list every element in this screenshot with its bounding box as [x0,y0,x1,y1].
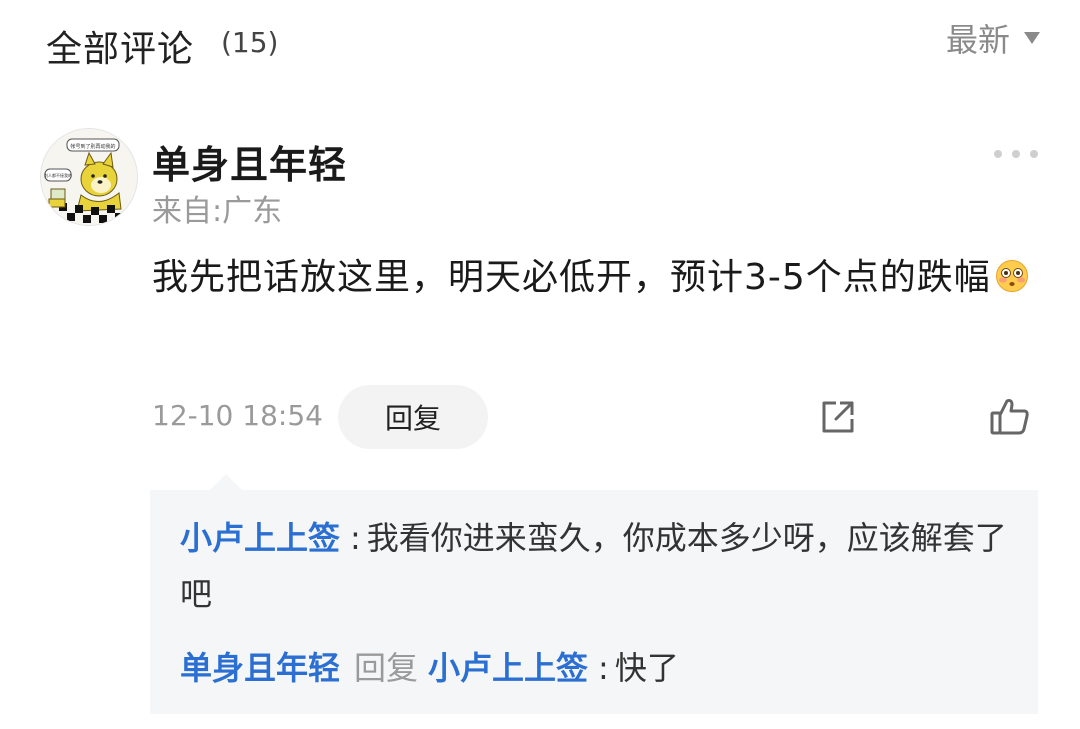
reply-separator: : [350,519,361,557]
comment-location: 来自:广东 [152,194,283,229]
avatar[interactable]: 帐号到了别再动我的 别人都不接我的 [40,128,138,226]
flushed-face-emoji-icon [995,252,1029,292]
avatar-caption-left: 别人都不接我的 [44,172,72,178]
reply-target-username[interactable]: 小卢上上签 [428,649,588,687]
reply-item: 单身且年轻 回复 小卢上上签: 快了 [180,640,1010,696]
caret-down-icon [1024,32,1040,44]
comment-text: 我先把话放这里，明天必低开，预计3-5个点的跌幅 [152,257,991,298]
shiba-doge-avatar-icon: 帐号到了别再动我的 别人都不接我的 [41,129,137,225]
reply-item: 小卢上上签: 我看你进来蛮久，你成本多少呀，应该解套了吧 [180,510,1010,622]
reply-separator: : [598,649,609,687]
comment-timestamp: 12-10 18:54 [152,399,323,432]
reply-word: 回复 [354,649,419,687]
sort-dropdown[interactable]: 最新 [945,18,1040,59]
comments-header: 全部评论 (15) 最新 [0,0,1080,90]
share-icon[interactable] [816,395,860,439]
comment-meta-row: 12-10 18:54 回复 [152,385,1040,449]
reply-text: 快了 [614,649,679,687]
comment-username[interactable]: 单身且年轻 [152,134,347,189]
comment-body: 我先把话放这里，明天必低开，预计3-5个点的跌幅 [152,248,1052,308]
comments-count: (15) [221,26,279,59]
sort-label: 最新 [945,21,1010,59]
thumbs-up-icon[interactable] [988,395,1032,439]
reply-username[interactable]: 单身且年轻 [180,649,340,687]
reply-button[interactable]: 回复 [338,385,488,449]
comment-item: 帐号到了别再动我的 别人都不接我的 单身且年轻 来自:广东 我先把话放这里，明天… [0,120,1080,720]
replies-box: 小卢上上签: 我看你进来蛮久，你成本多少呀，应该解套了吧 单身且年轻 回复 小卢上上签… [150,474,1038,714]
more-dots-icon[interactable] [994,142,1038,166]
avatar-caption-top: 帐号到了别再动我的 [70,143,115,150]
comments-title: 全部评论 [46,29,195,70]
reply-username[interactable]: 小卢上上签 [180,519,340,557]
